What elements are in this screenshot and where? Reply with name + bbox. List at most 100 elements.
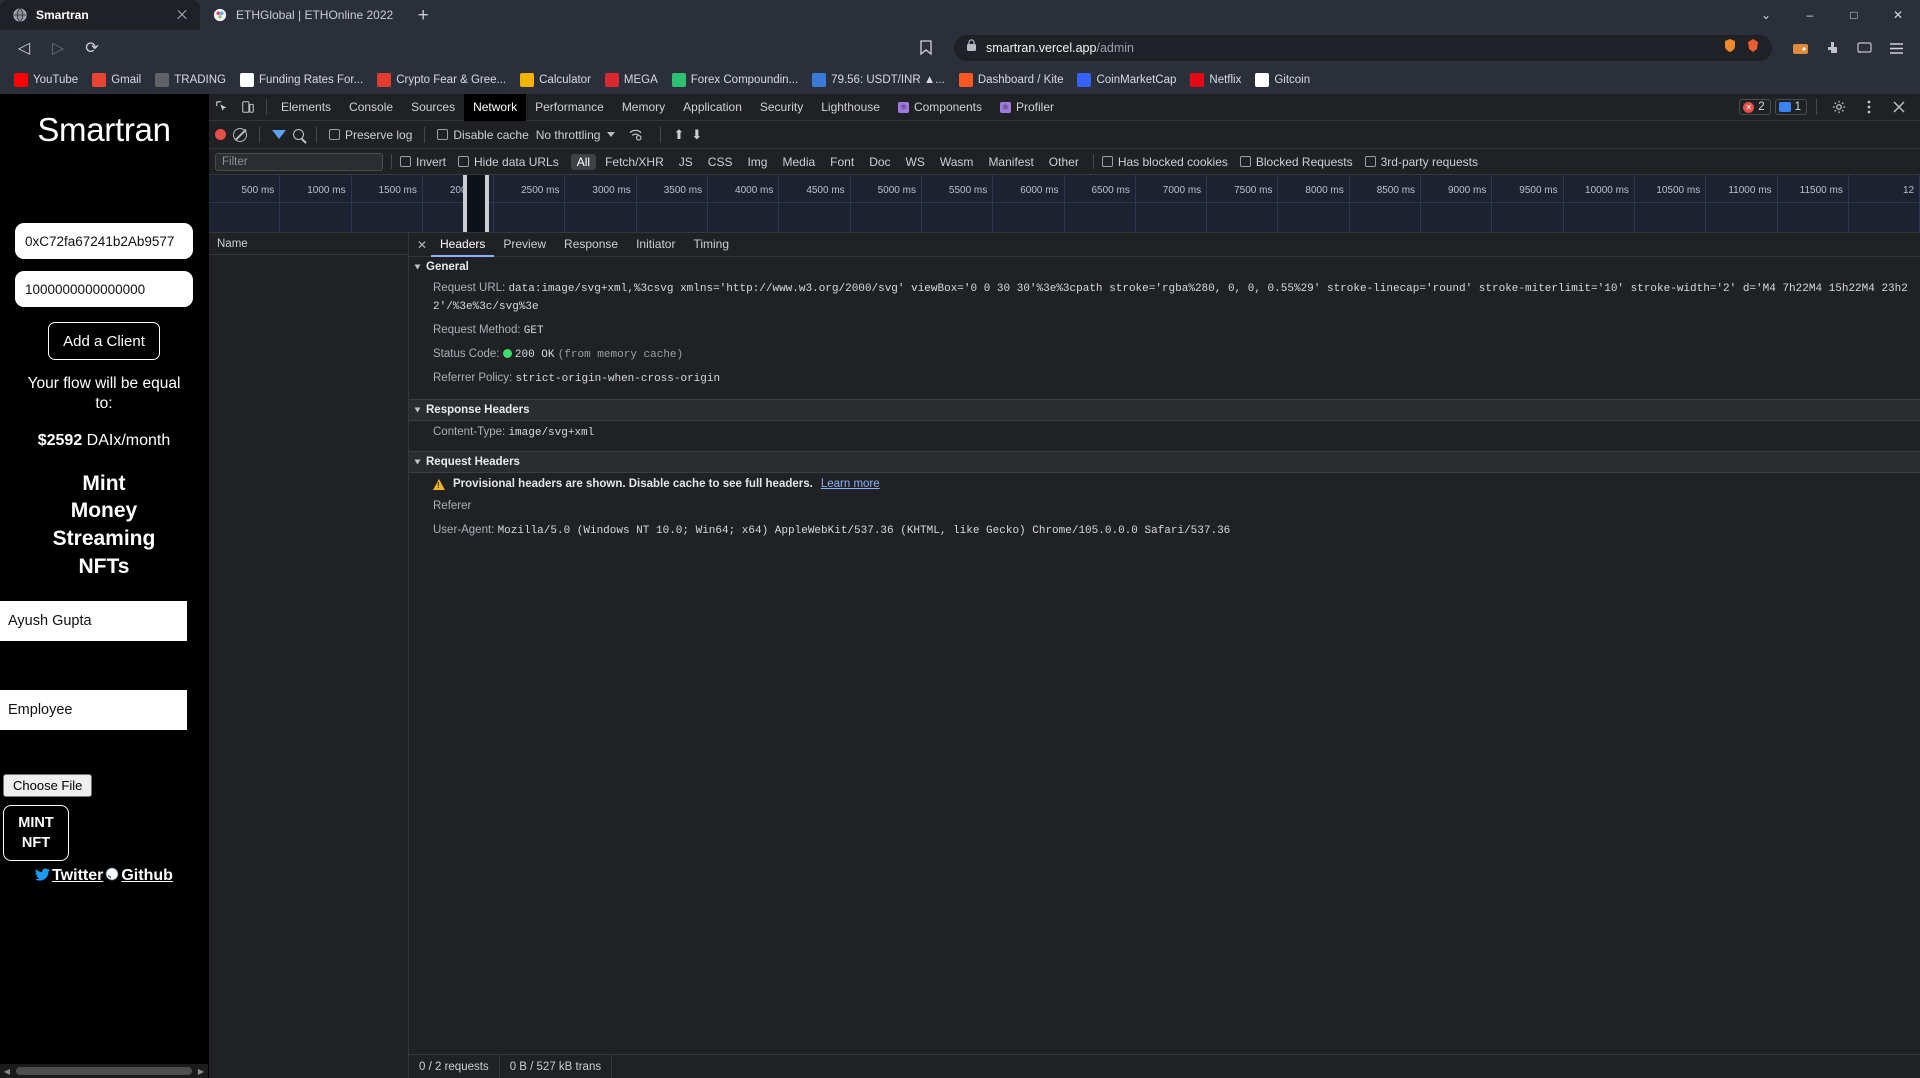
import-har-icon[interactable]: ⬆ (673, 127, 684, 143)
third-party-checkbox[interactable] (1364, 156, 1376, 167)
devtools-tab-lighthouse[interactable]: Lighthouse (812, 94, 889, 121)
client-address-input[interactable]: 0xC72fa67241b2Ab9577 (15, 223, 193, 259)
chevron-down-icon[interactable] (607, 132, 616, 137)
bookmark-item[interactable]: MEGA (599, 70, 664, 90)
filter-type-other[interactable]: Other (1043, 154, 1085, 170)
filter-type-wasm[interactable]: Wasm (934, 154, 980, 170)
inspect-element-icon[interactable] (209, 94, 235, 120)
overview-selection[interactable] (463, 175, 489, 232)
response-headers-section-header[interactable]: Response Headers (409, 399, 1920, 422)
bookmark-item[interactable]: Dashboard / Kite (953, 70, 1070, 90)
close-icon[interactable] (174, 7, 190, 23)
close-devtools-icon[interactable] (1886, 94, 1912, 120)
filter-type-img[interactable]: Img (741, 154, 773, 170)
new-tab-button[interactable]: + (409, 2, 437, 30)
bookmark-item[interactable]: Crypto Fear & Gree... (371, 70, 512, 90)
network-overview-timeline[interactable]: 500 ms1000 ms1500 ms2000 ms2500 ms3000 m… (209, 175, 1920, 233)
employee-role-input[interactable]: Employee (0, 689, 187, 730)
request-headers-section-header[interactable]: Request Headers (409, 451, 1920, 474)
add-client-button[interactable]: Add a Client (48, 322, 160, 360)
devtools-tab-application[interactable]: Application (674, 94, 751, 121)
selection-handle-right[interactable] (485, 175, 489, 232)
back-icon[interactable]: ◁ (10, 34, 38, 62)
invert-checkbox[interactable] (400, 156, 411, 167)
filter-type-font[interactable]: Font (824, 154, 860, 170)
brave-shield-icon[interactable] (1723, 38, 1737, 58)
close-window-button[interactable]: ✕ (1876, 0, 1920, 30)
request-url-value[interactable]: data:image/svg+xml,%3csvg xmlns='http://… (433, 283, 1908, 313)
preserve-log-toggle[interactable]: Preserve log (329, 128, 412, 142)
bookmark-item[interactable]: 79.56: USDT/INR ▲... (806, 70, 951, 90)
brave-icon[interactable] (1746, 38, 1760, 58)
filter-type-ws[interactable]: WS (900, 154, 931, 170)
device-toolbar-icon[interactable] (235, 94, 261, 120)
scroll-right-arrow[interactable]: ▶ (194, 1067, 208, 1076)
disable-cache-checkbox[interactable] (437, 129, 449, 140)
invert-toggle[interactable]: Invert (400, 155, 446, 169)
filter-type-manifest[interactable]: Manifest (982, 154, 1039, 170)
detail-tab-timing[interactable]: Timing (684, 233, 738, 257)
bookmark-item[interactable]: Gitcoin (1249, 70, 1316, 90)
cast-icon[interactable] (1850, 34, 1878, 62)
export-har-icon[interactable]: ⬇ (691, 127, 702, 143)
filter-type-doc[interactable]: Doc (863, 154, 896, 170)
request-list-body[interactable] (209, 255, 408, 1078)
blocked-requests-checkbox[interactable] (1239, 156, 1251, 167)
choose-file-button[interactable]: Choose File (3, 773, 93, 797)
browser-tab-smartran[interactable]: Smartran (0, 0, 200, 30)
filter-input[interactable]: Filter (215, 152, 383, 171)
hamburger-menu-icon[interactable] (1882, 34, 1910, 62)
throttling-select[interactable]: No throttling (536, 128, 601, 142)
mint-nft-button[interactable]: MINT NFT (3, 804, 69, 861)
close-detail-icon[interactable]: ✕ (413, 236, 431, 254)
selection-handle-left[interactable] (463, 175, 467, 232)
devtools-tab-elements[interactable]: Elements (272, 94, 340, 121)
puzzle-icon[interactable] (1818, 34, 1846, 62)
bookmark-item[interactable]: Netflix (1184, 70, 1247, 90)
filter-type-fetch-xhr[interactable]: Fetch/XHR (599, 154, 670, 170)
filter-type-all[interactable]: All (570, 153, 597, 170)
horizontal-scrollbar[interactable]: ◀ ▶ (0, 1064, 208, 1078)
expand-icon[interactable]: ⌄ (1744, 0, 1788, 30)
address-bar[interactable]: smartran.vercel.app/admin (954, 35, 1772, 61)
clear-icon[interactable] (233, 127, 247, 142)
third-party-requests-toggle[interactable]: 3rd-party requests (1364, 155, 1478, 169)
devtools-tab-performance[interactable]: Performance (526, 94, 613, 121)
bookmark-item[interactable]: Forex Compoundin... (666, 70, 804, 90)
devtools-tab-profiler[interactable]: Profiler (991, 94, 1063, 121)
hide-data-urls-toggle[interactable]: Hide data URLs (458, 155, 559, 169)
employee-name-input[interactable]: Ayush Gupta (0, 600, 187, 641)
filter-type-js[interactable]: JS (673, 154, 699, 170)
bookmark-item[interactable]: Gmail (86, 70, 147, 90)
reload-icon[interactable]: ⟳ (78, 34, 106, 62)
devtools-tab-components[interactable]: Components (889, 94, 991, 121)
twitter-link[interactable]: Twitter (52, 867, 103, 885)
kebab-menu-icon[interactable] (1856, 94, 1882, 120)
detail-tab-response[interactable]: Response (555, 233, 627, 257)
error-badge[interactable]: ✕ 2 (1739, 99, 1771, 115)
devtools-tab-memory[interactable]: Memory (613, 94, 674, 121)
bookmark-item[interactable]: Funding Rates For... (234, 70, 369, 90)
bookmark-item[interactable]: CoinMarketCap (1071, 70, 1182, 90)
filter-type-media[interactable]: Media (776, 154, 821, 170)
has-blocked-cookies-checkbox[interactable] (1101, 156, 1113, 167)
minimize-button[interactable]: – (1788, 0, 1832, 30)
hide-data-urls-checkbox[interactable] (458, 156, 470, 167)
devtools-tab-console[interactable]: Console (340, 94, 402, 121)
forward-icon[interactable]: ▷ (44, 34, 72, 62)
bookmark-item[interactable]: YouTube (8, 70, 84, 90)
network-conditions-icon[interactable] (622, 122, 648, 148)
scrollbar-thumb[interactable] (16, 1067, 192, 1075)
flow-amount-input[interactable]: 1000000000000000 (15, 271, 193, 307)
detail-tab-initiator[interactable]: Initiator (627, 233, 684, 257)
filter-type-css[interactable]: CSS (702, 154, 739, 170)
bookmark-star-icon[interactable] (912, 34, 940, 62)
blocked-requests-toggle[interactable]: Blocked Requests (1239, 155, 1353, 169)
preserve-log-checkbox[interactable] (329, 129, 340, 140)
scroll-left-arrow[interactable]: ◀ (0, 1067, 14, 1076)
detail-tab-headers[interactable]: Headers (431, 233, 495, 257)
maximize-button[interactable]: □ (1832, 0, 1876, 30)
wallet-icon[interactable] (1786, 34, 1814, 62)
bookmark-item[interactable]: TRADING (149, 70, 232, 90)
search-icon[interactable] (293, 129, 304, 140)
